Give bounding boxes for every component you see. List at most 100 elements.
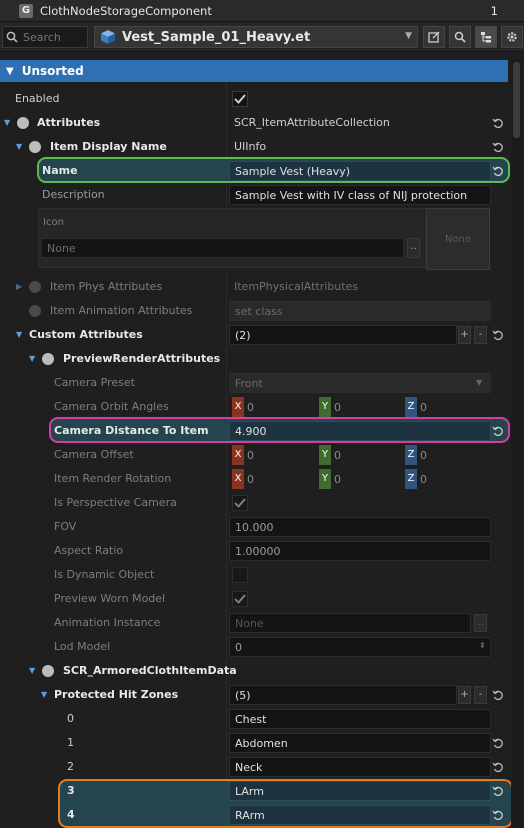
- item-anim-field[interactable]: set class: [229, 301, 491, 321]
- animation-browse-button[interactable]: ..: [474, 614, 487, 632]
- icon-field[interactable]: None: [41, 238, 404, 258]
- zone-2-field[interactable]: Neck: [229, 757, 491, 777]
- zone-3-field[interactable]: LArm: [229, 781, 491, 801]
- reset-icon[interactable]: [492, 809, 504, 821]
- remove-item-button[interactable]: -: [474, 326, 487, 344]
- chevron-down-icon[interactable]: ▼: [405, 31, 412, 41]
- zone-1-field[interactable]: Abdomen: [229, 733, 491, 753]
- rotation-x-value: 0: [247, 472, 254, 486]
- expand-arrow-icon[interactable]: ▶: [16, 275, 22, 299]
- enabled-label: Enabled: [15, 92, 60, 105]
- hierarchy-icon: [481, 32, 491, 43]
- rotation-y-field[interactable]: Y0: [319, 469, 341, 489]
- settings-button[interactable]: [501, 26, 523, 48]
- reset-icon[interactable]: [492, 689, 504, 701]
- description-field[interactable]: Sample Vest with IV class of NIJ protect…: [229, 185, 491, 205]
- object-dot-icon: [42, 353, 54, 365]
- description-label: Description: [42, 188, 105, 201]
- find-button[interactable]: [449, 26, 471, 48]
- section-title: Unsorted: [21, 64, 84, 78]
- icon-label: Icon: [43, 217, 64, 228]
- window-titlebar: G ClothNodeStorageComponent 1: [0, 0, 524, 22]
- toolbar: Vest_Sample_01_Heavy.et ▼: [0, 22, 524, 52]
- checkmark-icon: [234, 94, 246, 104]
- window-title: ClothNodeStorageComponent: [40, 3, 212, 18]
- stepper-icon[interactable]: ⬍: [479, 641, 486, 650]
- expand-arrow-icon[interactable]: ▼: [4, 111, 10, 135]
- expand-arrow-icon[interactable]: ▼: [29, 347, 35, 371]
- add-item-button[interactable]: +: [458, 686, 471, 704]
- fov-field[interactable]: 10.000: [229, 517, 491, 537]
- orbit-y-value: 0: [334, 400, 341, 414]
- rotation-z-value: 0: [420, 472, 427, 486]
- expand-arrow-icon[interactable]: ▼: [16, 323, 22, 347]
- offset-x-field[interactable]: X0: [232, 445, 254, 465]
- reset-icon[interactable]: [492, 117, 504, 129]
- component-count: 1: [490, 3, 498, 18]
- zone-0-field[interactable]: Chest: [229, 709, 491, 729]
- z-axis-tag: Z: [405, 445, 417, 465]
- expand-arrow-icon[interactable]: ▼: [16, 135, 22, 159]
- item-display-name-value: UIInfo: [234, 140, 267, 153]
- row-zone-0: 0 Chest: [0, 707, 508, 731]
- hierarchy-button[interactable]: [475, 26, 497, 48]
- enabled-checkbox[interactable]: [232, 91, 248, 107]
- animation-instance-field[interactable]: None: [229, 613, 471, 633]
- is-dynamic-label: Is Dynamic Object: [54, 568, 155, 581]
- row-preview-worn: Preview Worn Model: [0, 587, 508, 611]
- reset-icon[interactable]: [492, 737, 504, 749]
- row-aspect-ratio: Aspect Ratio 1.00000: [0, 539, 508, 563]
- y-axis-tag: Y: [319, 445, 331, 465]
- rotation-z-field[interactable]: Z0: [405, 469, 427, 489]
- row-description: Description Sample Vest with IV class of…: [0, 183, 508, 207]
- gear-icon: [507, 32, 517, 42]
- orbit-y-field[interactable]: Y0: [319, 397, 341, 417]
- reset-icon[interactable]: [492, 425, 504, 437]
- zone-index-label: 4: [67, 808, 75, 821]
- scrollbar-thumb[interactable]: [513, 62, 520, 138]
- row-item-anim: Item Animation Attributes set class: [0, 299, 508, 323]
- orbit-x-field[interactable]: X0: [232, 397, 254, 417]
- lod-model-field[interactable]: 0: [229, 637, 491, 657]
- search-input[interactable]: [23, 30, 83, 44]
- row-is-perspective: Is Perspective Camera: [0, 491, 508, 515]
- is-perspective-checkbox[interactable]: [232, 495, 248, 511]
- zone-4-field[interactable]: RArm: [229, 805, 491, 825]
- remove-item-button[interactable]: -: [474, 686, 487, 704]
- offset-z-field[interactable]: Z0: [405, 445, 427, 465]
- rotation-x-field[interactable]: X0: [232, 469, 254, 489]
- object-dot-icon: [42, 665, 54, 677]
- reset-icon[interactable]: [492, 329, 504, 341]
- reset-icon[interactable]: [492, 141, 504, 153]
- reset-icon[interactable]: [492, 785, 504, 797]
- armored-cloth-label: SCR_ArmoredClothItemData: [63, 664, 237, 677]
- orbit-z-field[interactable]: Z0: [405, 397, 427, 417]
- icon-browse-button[interactable]: ..: [407, 238, 420, 258]
- open-external-button[interactable]: [423, 26, 445, 48]
- name-field[interactable]: Sample Vest (Heavy): [229, 161, 491, 181]
- vertical-scrollbar[interactable]: [511, 60, 522, 828]
- chevron-down-icon[interactable]: ▼: [476, 378, 482, 387]
- reset-icon[interactable]: [492, 761, 504, 773]
- add-item-button[interactable]: +: [458, 326, 471, 344]
- expand-arrow-icon[interactable]: ▼: [41, 683, 47, 707]
- row-fov: FOV 10.000: [0, 515, 508, 539]
- aspect-ratio-field[interactable]: 1.00000: [229, 541, 491, 561]
- y-axis-tag: Y: [319, 397, 331, 417]
- entity-selector[interactable]: Vest_Sample_01_Heavy.et ▼: [94, 26, 418, 48]
- camera-preset-select[interactable]: Front: [229, 373, 491, 393]
- reset-icon[interactable]: [492, 165, 504, 177]
- expand-arrow-icon[interactable]: ▼: [29, 659, 35, 683]
- attributes-value: SCR_ItemAttributeCollection: [234, 116, 390, 129]
- offset-y-field[interactable]: Y0: [319, 445, 341, 465]
- search-icon: [3, 31, 21, 43]
- camera-distance-field[interactable]: 4.900: [229, 421, 491, 441]
- is-dynamic-checkbox[interactable]: [232, 567, 248, 583]
- preview-worn-checkbox[interactable]: [232, 591, 248, 607]
- row-zone-4: 4 RArm: [0, 803, 508, 827]
- row-zone-1: 1 Abdomen: [0, 731, 508, 755]
- search-box[interactable]: [2, 26, 88, 48]
- section-header-unsorted[interactable]: ▼ Unsorted: [0, 60, 508, 82]
- zone-index-label: 2: [67, 760, 74, 773]
- row-animation-instance: Animation Instance None ..: [0, 611, 508, 635]
